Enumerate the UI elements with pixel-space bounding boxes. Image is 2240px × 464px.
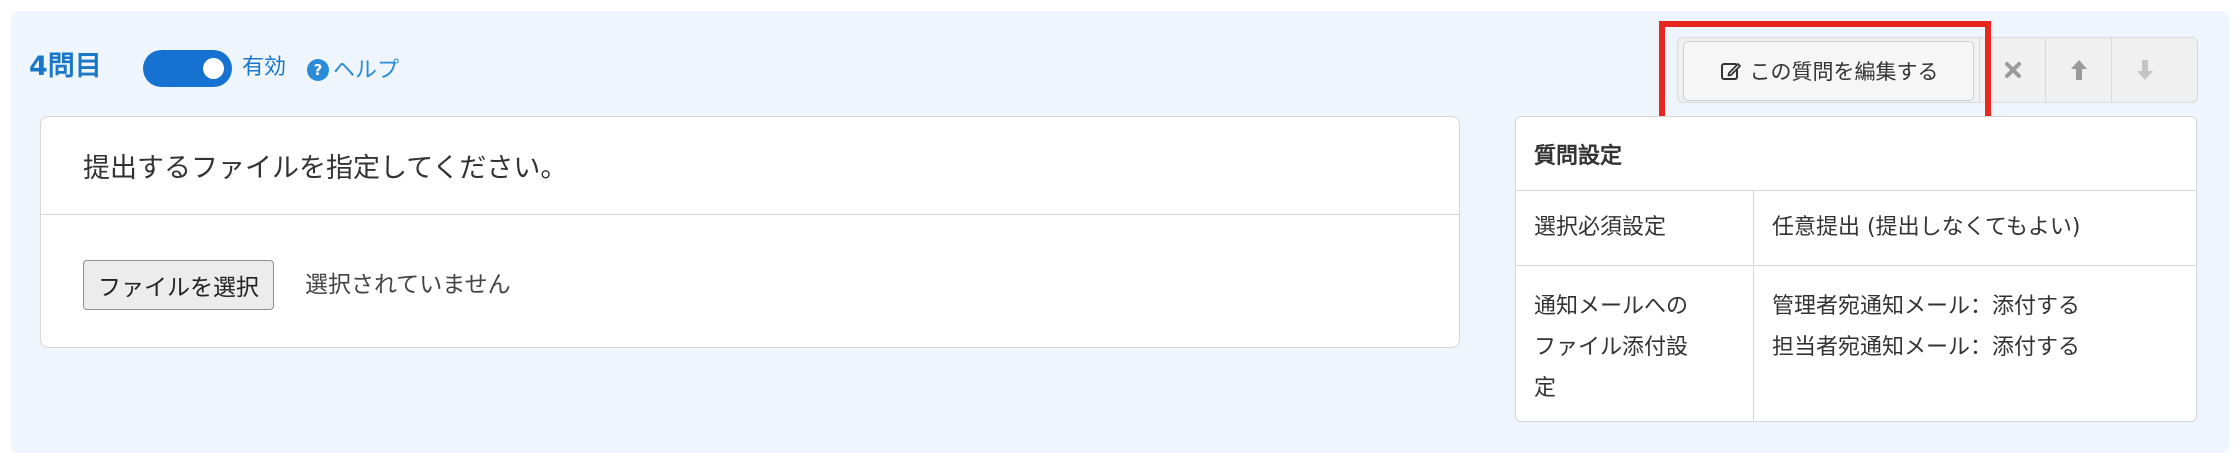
enabled-toggle[interactable]	[143, 50, 232, 87]
settings-label-line: ファイル添付設	[1534, 335, 1689, 360]
settings-label: 選択必須設定	[1516, 191, 1754, 265]
settings-title: 質問設定	[1516, 117, 2196, 191]
question-prompt: 提出するファイルを指定してください。	[41, 117, 1459, 215]
delete-question-button[interactable]	[1979, 38, 2045, 102]
settings-label-line: 定	[1534, 376, 1557, 401]
move-up-icon	[2070, 60, 2087, 80]
file-question-card: 提出するファイルを指定してください。 ファイルを選択 選択されていません	[40, 116, 1460, 348]
settings-value: 任意提出 (提出しなくてもよい)	[1772, 215, 2081, 240]
question-number: 4問目	[29, 51, 102, 82]
help-icon: ?	[307, 59, 329, 81]
settings-value: 管理者宛通知メール：添付する 担当者宛通知メール：添付する	[1754, 266, 2196, 421]
file-select-button[interactable]: ファイルを選択	[83, 260, 274, 310]
move-up-button[interactable]	[2045, 38, 2111, 102]
toggle-knob	[203, 58, 224, 79]
edit-question-button[interactable]: この質問を編集する	[1683, 41, 1974, 101]
help-label: ヘルプ	[333, 58, 400, 83]
settings-value-line: 管理者宛通知メール：添付する	[1772, 294, 2081, 319]
no-file-selected-text: 選択されていません	[305, 272, 511, 298]
edit-icon	[1720, 63, 1741, 80]
settings-value-line: 担当者宛通知メール：添付する	[1772, 335, 2081, 360]
enabled-label: 有効	[242, 55, 287, 80]
question-settings-table: 質問設定 選択必須設定 任意提出 (提出しなくてもよい) 通知メールへの ファイ…	[1515, 116, 2197, 422]
edit-question-label: この質問を編集する	[1749, 60, 1939, 84]
move-down-icon	[2136, 60, 2153, 80]
settings-row-required: 選択必須設定 任意提出 (提出しなくてもよい)	[1516, 191, 2196, 266]
file-input-row: ファイルを選択 選択されていません	[41, 215, 1459, 347]
delete-icon	[2004, 62, 2021, 78]
move-down-button[interactable]	[2111, 38, 2177, 102]
help-link[interactable]: ? ヘルプ	[307, 52, 399, 84]
settings-label: 通知メールへの ファイル添付設 定	[1516, 266, 1754, 421]
settings-label-line: 通知メールへの	[1534, 294, 1689, 319]
settings-row-attachment: 通知メールへの ファイル添付設 定 管理者宛通知メール：添付する 担当者宛通知メ…	[1516, 266, 2196, 421]
